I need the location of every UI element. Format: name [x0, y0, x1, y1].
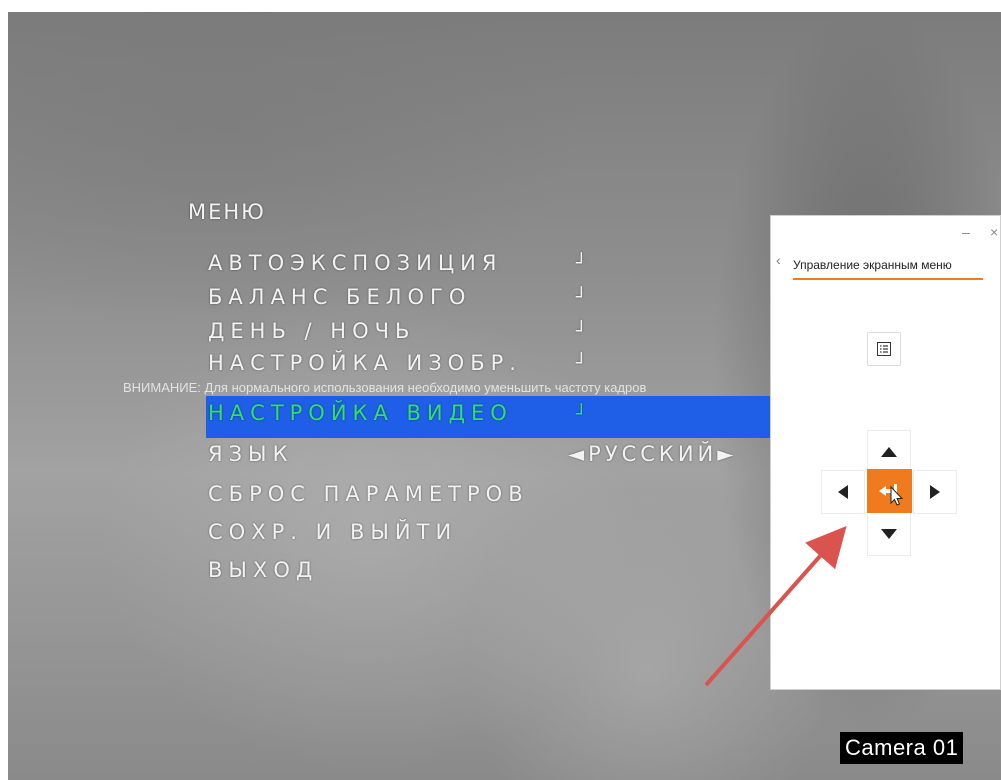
osd-menu-button[interactable] [867, 332, 901, 366]
panel-title: Управление экранным меню [793, 258, 983, 280]
dpad-up-button[interactable] [867, 430, 911, 474]
arrow-left-icon [838, 485, 848, 499]
back-icon[interactable]: ‹ [776, 252, 781, 268]
enter-icon [878, 484, 903, 506]
minimize-icon[interactable]: – [962, 224, 970, 240]
osd-item-image-settings-enter: ┘ [576, 353, 587, 374]
arrow-down-icon [881, 529, 897, 539]
osd-item-video-settings: НАСТРОЙКА ВИДЕО [208, 401, 513, 425]
osd-control-panel: – × ‹ Управление экранным меню [770, 215, 1001, 690]
osd-item-day-night-enter: ┘ [576, 321, 587, 342]
camera-label: Camera 01 [840, 732, 964, 764]
osd-menu-title: МЕНЮ [188, 200, 266, 224]
osd-item-save-exit: СОХР. И ВЫЙТИ [208, 520, 458, 544]
osd-item-white-balance: БАЛАНС БЕЛОГО [208, 285, 472, 309]
arrow-right-icon [930, 485, 940, 499]
osd-item-video-settings-enter: ┘ [576, 404, 587, 425]
osd-item-language: ЯЗЫК [208, 442, 294, 466]
osd-item-white-balance-enter: ┘ [576, 287, 587, 308]
osd-item-language-value: ◄РУССКИЙ► [568, 442, 738, 466]
osd-item-day-night: ДЕНЬ / НОЧЬ [208, 319, 416, 343]
dpad-right-button[interactable] [913, 470, 957, 514]
osd-item-image-settings: НАСТРОЙКА ИЗОБР. [208, 351, 522, 375]
dpad-left-button[interactable] [821, 470, 865, 514]
osd-item-reset: СБРОС ПАРАМЕТРОВ [208, 482, 529, 506]
osd-item-auto-exposure: АВТОЭКСПОЗИЦИЯ [208, 251, 503, 275]
osd-item-auto-exposure-enter: ┘ [576, 253, 587, 274]
warning-message: ВНИМАНИЕ: Для нормального использования … [123, 380, 647, 395]
osd-item-exit: ВЫХОД [208, 558, 319, 582]
dpad-down-button[interactable] [867, 512, 911, 556]
dpad-enter-button[interactable] [867, 469, 912, 513]
list-icon [877, 342, 891, 356]
close-icon[interactable]: × [990, 224, 998, 240]
arrow-up-icon [881, 447, 897, 457]
